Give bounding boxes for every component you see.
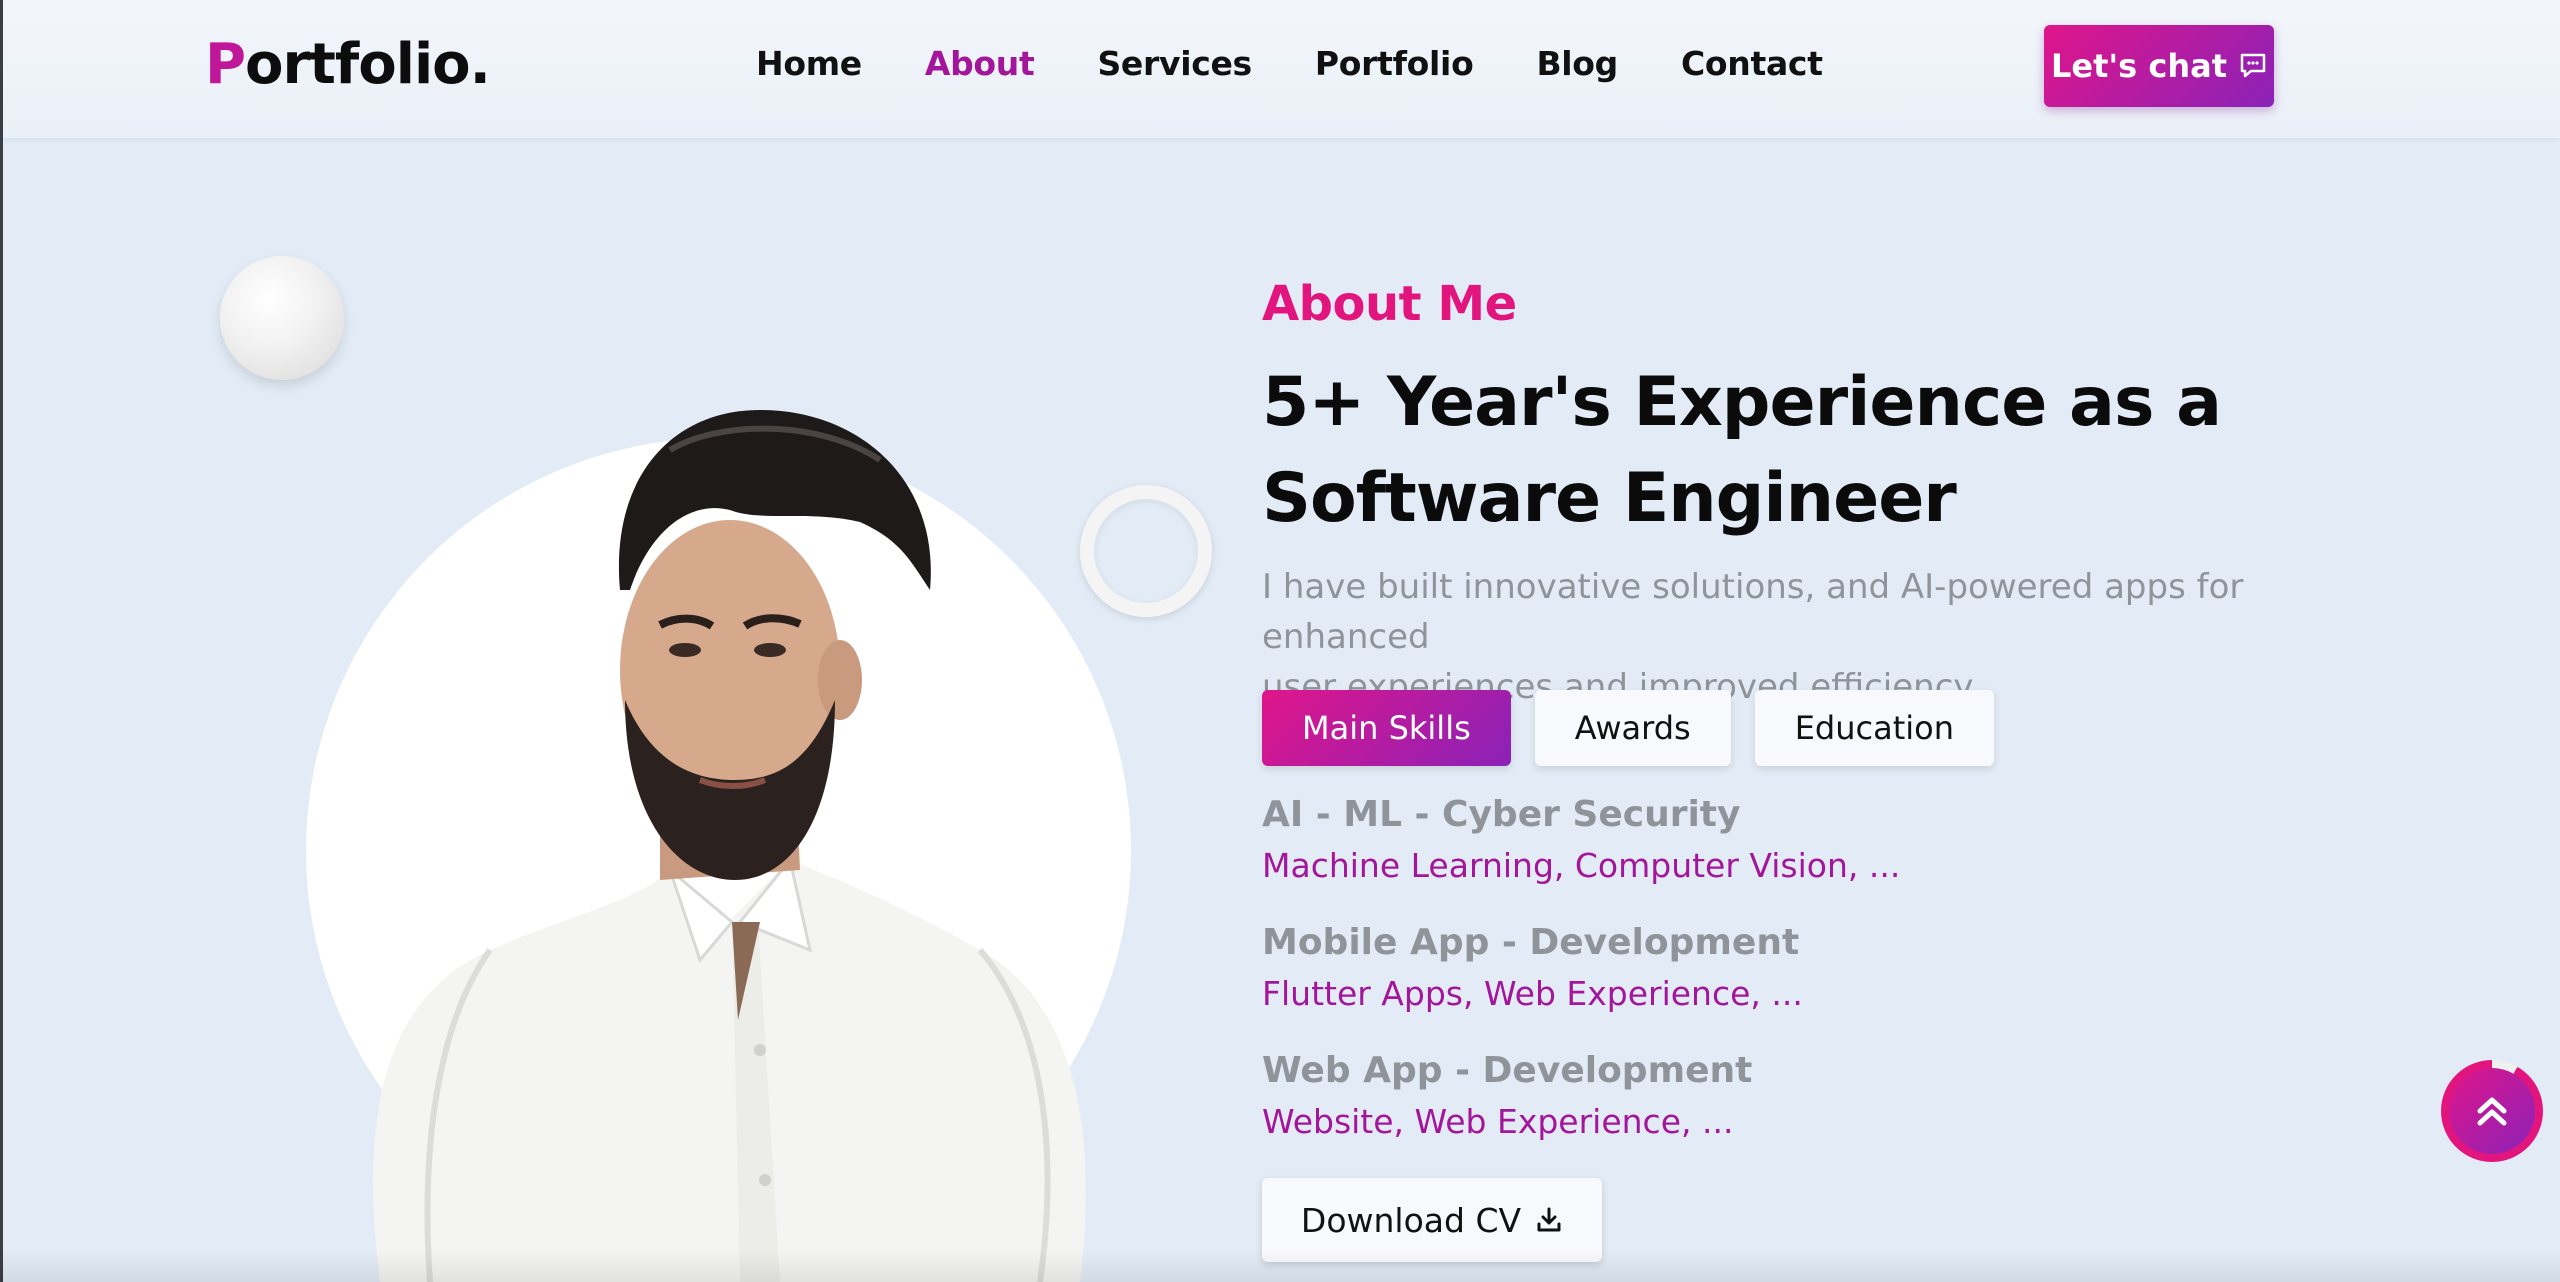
list-item: AI - ML - Cyber Security Machine Learnin… [1262,790,1900,892]
nav-about[interactable]: About [925,44,1035,83]
nav-blog[interactable]: Blog [1536,44,1618,83]
skill-title: Mobile App - Development [1262,922,1800,963]
nav-contact[interactable]: Contact [1681,44,1823,83]
headline-line-1: 5+ Year's Experience as a [1262,363,2222,442]
tab-awards[interactable]: Awards [1534,690,1731,766]
tab-main-skills[interactable]: Main Skills [1262,690,1511,766]
logo-text: ortfolio. [245,32,491,97]
skill-detail: Machine Learning, Computer Vision, ... [1262,846,1901,885]
tab-education[interactable]: Education [1754,690,1995,766]
logo[interactable]: Portfolio. [205,32,491,97]
list-item: Mobile App - Development Flutter Apps, W… [1262,918,1900,1020]
nav-portfolio[interactable]: Portfolio [1315,44,1474,83]
download-icon [1537,1207,1561,1232]
skill-detail: Flutter Apps, Web Experience, ... [1262,974,1803,1013]
headline: 5+ Year's Experience as a Software Engin… [1262,355,2262,547]
decorative-orb [220,256,344,380]
profile-photo [373,410,1086,1282]
section-label: About Me [1262,276,1517,332]
double-chevron-up-icon [2477,1097,2507,1126]
skill-title: AI - ML - Cyber Security [1262,794,1741,835]
window-edge [0,0,3,1282]
nav-home[interactable]: Home [756,44,862,83]
skill-detail: Website, Web Experience, ... [1262,1102,1734,1141]
lets-chat-label: Let's chat [2050,47,2227,85]
skills-list: AI - ML - Cyber Security Machine Learnin… [1262,790,1900,1174]
site-header: Portfolio. Home About Services Portfolio… [3,0,2560,138]
bottom-shadow [0,1250,2560,1282]
headline-line-2: Software Engineer [1262,459,1957,538]
skill-title: Web App - Development [1262,1050,1753,1091]
scroll-to-top-button[interactable] [2441,1060,2543,1162]
scroll-to-top-inner [2449,1068,2535,1154]
chat-bubble-icon [2240,53,2266,78]
intro-line-1: I have built innovative solutions, and A… [1262,567,2244,657]
download-cv-label: Download CV [1300,1200,1522,1240]
decorative-ring [1080,485,1212,617]
lets-chat-button[interactable]: Let's chat [2044,25,2274,107]
list-item: Web App - Development Website, Web Exper… [1262,1046,1900,1148]
about-tabs: Main Skills Awards Education [1262,690,1995,766]
logo-initial: P [205,32,246,97]
main-nav: Home About Services Portfolio Blog Conta… [756,44,1886,83]
nav-services[interactable]: Services [1097,44,1252,83]
